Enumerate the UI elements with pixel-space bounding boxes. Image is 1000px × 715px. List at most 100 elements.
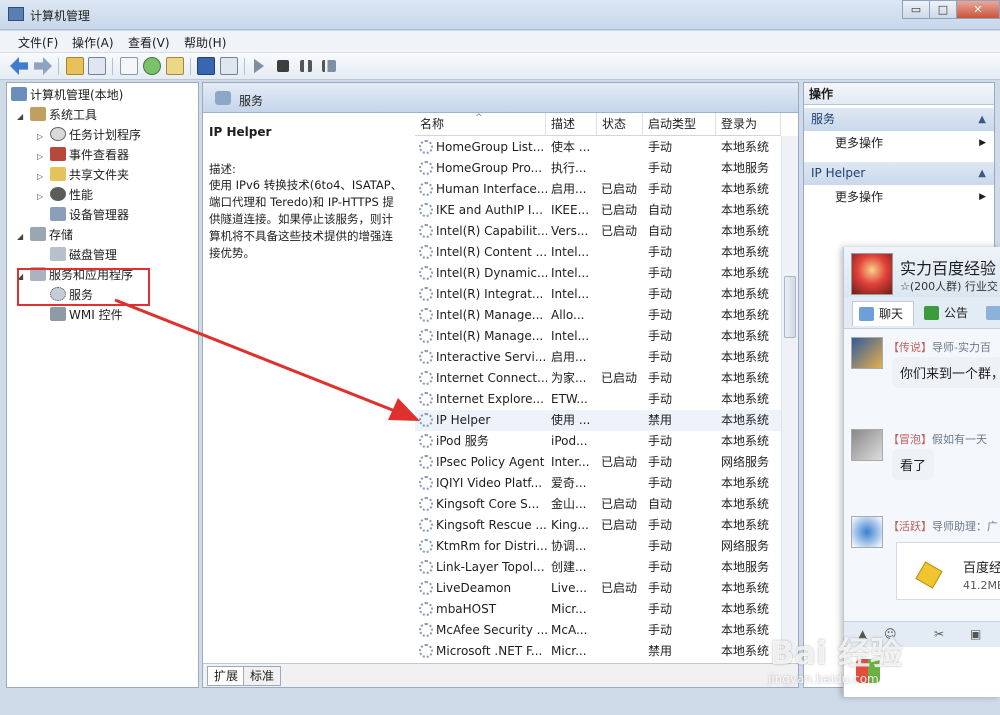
table-row[interactable]: Intel(R) Manage... Intel... 手动 本地系统 [415,326,781,347]
actions-group-ip-helper[interactable]: IP Helper ▲ [804,162,994,185]
menu-view[interactable]: 查看(V) [128,34,170,51]
table-row[interactable]: LiveDeamon Live... 已启动 手动 本地系统 [415,578,781,599]
file-attachment-card[interactable]: 百度经 41.2MB [896,542,1000,600]
collapse-icon[interactable]: ▲ [978,162,986,185]
expanded-triangle-icon[interactable]: ◢ [17,108,27,126]
tab-standard[interactable]: 标准 [243,666,282,686]
table-row[interactable]: Microsoft .NET F... Micr... 禁用 本地系统 [415,641,781,662]
table-row[interactable]: Link-Layer Topol... 创建... 手动 本地服务 [415,557,781,578]
column-header-log-on-as[interactable]: 登录为 [716,113,781,136]
tab-photos[interactable] [984,301,1000,326]
tree-item-shared-folders[interactable]: ▷ 共享文件夹 [37,166,129,184]
group-avatar[interactable] [851,253,893,295]
table-row[interactable]: Interactive Servi... 启用... 手动 本地系统 [415,347,781,368]
table-row[interactable]: IKE and AuthIP I... IKEE... 已启动 自动 本地系统 [415,200,781,221]
show-action-pane-icon[interactable] [220,57,238,75]
expanded-triangle-icon[interactable]: ◢ [17,228,27,246]
stop-service-icon[interactable] [277,60,289,72]
restart-service-icon[interactable] [322,60,336,72]
tree-item-performance[interactable]: ▷ 性能 [37,186,93,204]
service-name: Intel(R) Dynamic... [419,263,547,284]
tree-item-storage[interactable]: ◢ 存储 [17,226,73,244]
back-icon[interactable] [10,57,28,75]
menu-action[interactable]: 操作(A) [72,34,114,51]
show-hide-tree-icon[interactable] [88,57,106,75]
table-row[interactable]: IP Helper 使用 ... 禁用 本地系统 [415,410,781,431]
gear-icon [419,371,433,385]
table-row[interactable]: IQIYI Video Platf... 爱奇... 手动 本地系统 [415,473,781,494]
start-service-icon[interactable] [254,58,264,74]
tree-item-device-manager[interactable]: 设备管理器 [50,206,129,224]
forward-icon[interactable] [34,57,52,75]
table-row[interactable]: HomeGroup List... 使本 ... 手动 本地系统 [415,137,781,158]
scrollbar-thumb[interactable] [784,276,796,338]
table-row[interactable]: Intel(R) Dynamic... Intel... 手动 本地系统 [415,263,781,284]
column-header-startup-type[interactable]: 启动类型 [643,113,716,136]
gear-icon [419,308,433,322]
gear-icon [419,413,433,427]
tree-item-wmi-control[interactable]: WMI 控件 [50,306,123,324]
collapse-icon[interactable]: ▲ [978,108,986,131]
table-row[interactable]: Intel(R) Manage... Allo... 手动 本地系统 [415,305,781,326]
table-row[interactable]: KtmRm for Distri... 协调... 手动 网络服务 [415,536,781,557]
collapsed-triangle-icon[interactable]: ▷ [37,128,47,146]
gear-icon [419,560,433,574]
table-row[interactable]: HomeGroup Pro... 执行... 手动 本地服务 [415,158,781,179]
collapsed-triangle-icon[interactable]: ▷ [37,188,47,206]
menu-help[interactable]: 帮助(H) [184,34,226,51]
maximize-button[interactable]: □ [929,0,957,19]
up-folder-icon[interactable] [66,57,84,75]
tree-item-task-scheduler[interactable]: ▷ 任务计划程序 [37,126,141,144]
vertical-scrollbar[interactable] [781,136,798,658]
service-startup-type: 手动 [648,434,673,448]
table-row[interactable]: Kingsoft Core S... 金山... 已启动 自动 本地系统 [415,494,781,515]
table-row[interactable]: McAfee Security ... McA... 手动 本地系统 [415,620,781,641]
picture-icon[interactable]: ▣ [970,627,981,641]
services-header-title: 服务 [239,94,264,108]
tab-extended[interactable]: 扩展 [207,666,246,686]
tab-chat[interactable]: 聊天 [852,301,914,326]
column-header-name[interactable]: 名称 ^ [415,113,546,136]
properties-icon[interactable] [120,57,138,75]
column-header-status[interactable]: 状态 [597,113,643,136]
more-actions-ip-helper[interactable]: 更多操作 ▶ [804,186,994,208]
close-button[interactable]: ✕ [956,0,1000,19]
service-description: IKEE... [551,203,590,217]
user-avatar[interactable] [851,429,883,461]
service-log-on-as: 本地系统 [721,476,770,490]
tree-item-computer-management[interactable]: 计算机管理(本地) [11,86,123,104]
menu-file[interactable]: 文件(F) [18,34,58,51]
gear-icon [419,644,433,658]
more-actions-services[interactable]: 更多操作 ▶ [804,132,994,154]
actions-group-services[interactable]: 服务 ▲ [804,108,994,131]
refresh-icon[interactable] [143,57,161,75]
minimize-button[interactable]: ▭ [902,0,930,19]
tree-item-system-tools[interactable]: ◢ 系统工具 [17,106,97,124]
table-row[interactable]: Intel(R) Integrat... Intel... 手动 本地系统 [415,284,781,305]
user-avatar[interactable] [851,516,883,548]
table-row[interactable]: Kingsoft Rescue ... King... 已启动 手动 本地系统 [415,515,781,536]
table-row[interactable]: Intel(R) Capabilit... Vers... 已启动 自动 本地系统 [415,221,781,242]
tab-notice[interactable]: 公告 [918,301,978,326]
help-icon[interactable] [197,57,215,75]
column-header-description[interactable]: 描述 [546,113,597,136]
table-row[interactable]: mbaHOST Micr... 手动 本地系统 [415,599,781,620]
table-row[interactable]: Internet Connect... 为家... 已启动 手动 本地系统 [415,368,781,389]
service-name: Link-Layer Topol... [419,557,547,578]
title-bar: 计算机管理 ▭ □ ✕ [0,0,1000,30]
table-row[interactable]: iPod 服务 iPod... 手动 本地系统 [415,431,781,452]
collapsed-triangle-icon[interactable]: ▷ [37,168,47,186]
screenshot-icon[interactable]: ✂ [934,627,944,641]
tree-item-event-viewer[interactable]: ▷ 事件查看器 [37,146,129,164]
collapsed-triangle-icon[interactable]: ▷ [37,148,47,166]
pause-service-icon[interactable] [300,60,312,72]
table-row[interactable]: IPsec Policy Agent Inter... 已启动 手动 网络服务 [415,452,781,473]
table-row[interactable]: Human Interface... 启用... 已启动 手动 本地系统 [415,179,781,200]
table-row[interactable]: Intel(R) Content ... Intel... 手动 本地系统 [415,242,781,263]
tree-item-disk-management[interactable]: 磁盘管理 [50,246,117,264]
group-name: 实力百度经验 [900,259,997,278]
user-avatar[interactable] [851,337,883,369]
export-list-icon[interactable] [166,57,184,75]
description-line: 端口代理和 Teredo)和 IP-HTTPS 提 [209,195,394,209]
table-row[interactable]: Internet Explore... ETW... 手动 本地系统 [415,389,781,410]
